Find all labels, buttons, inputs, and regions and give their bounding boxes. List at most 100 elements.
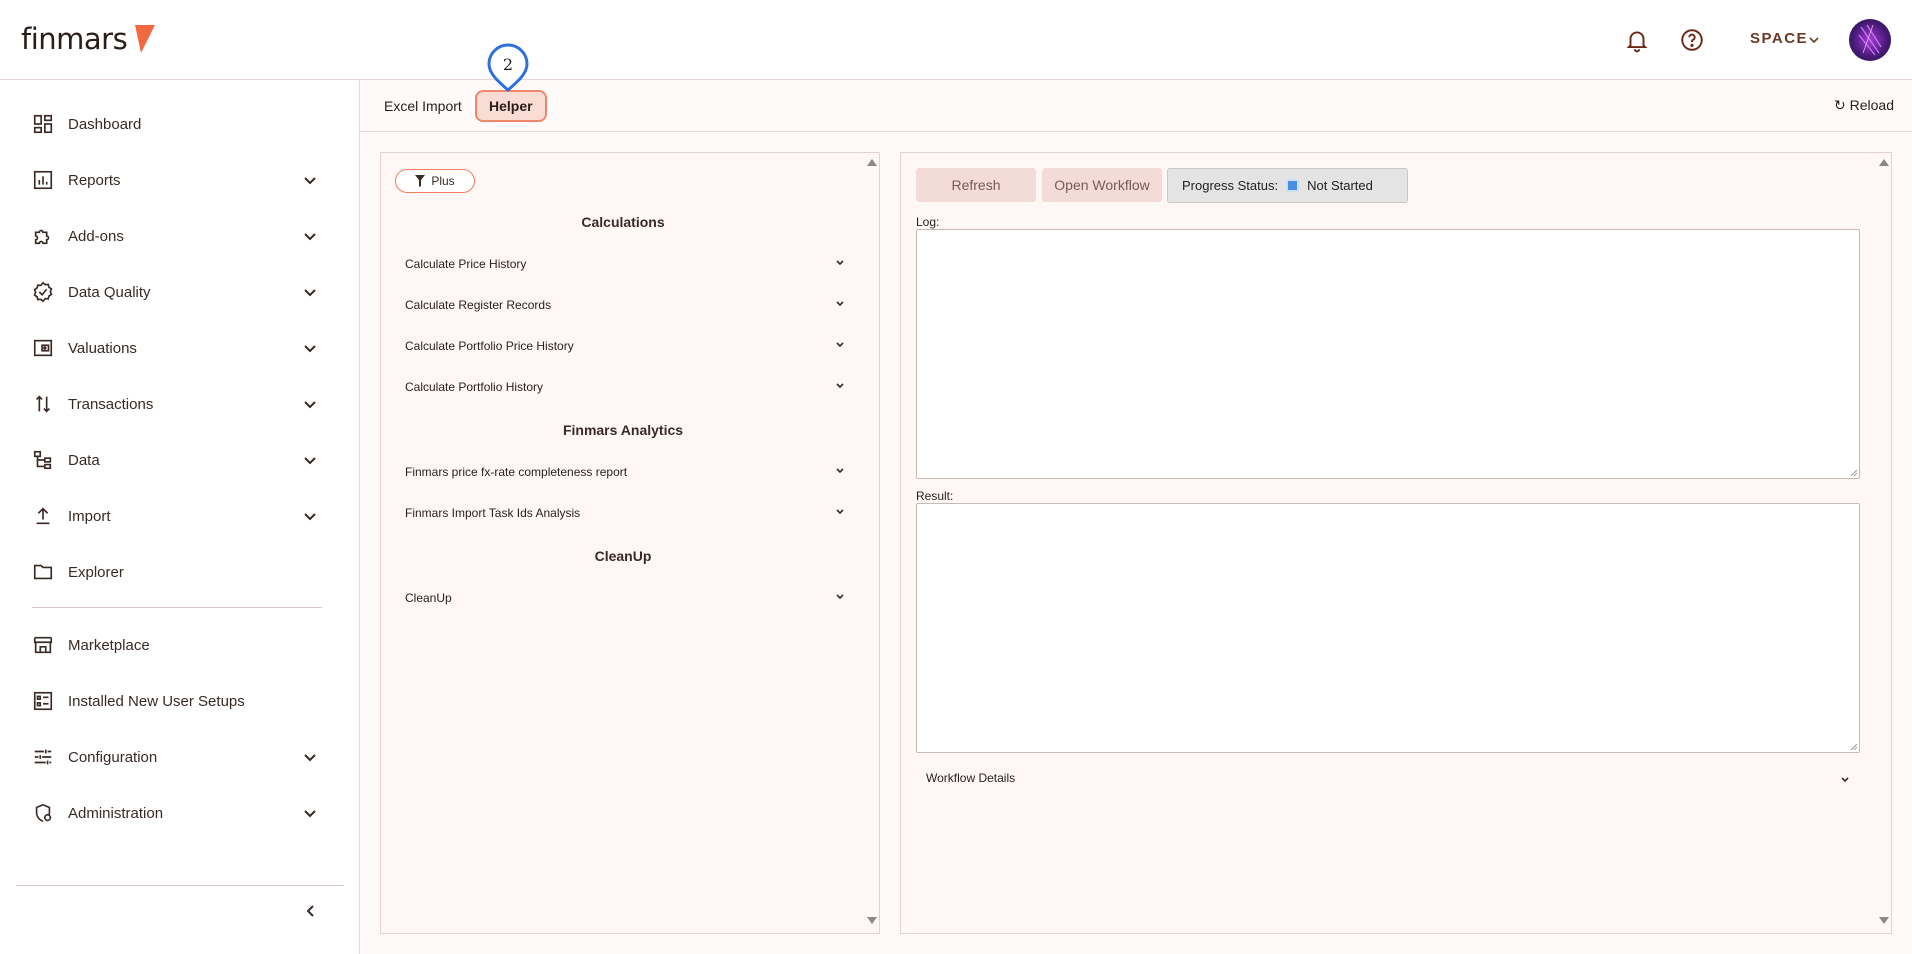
- accordion-item[interactable]: Calculate Portfolio Price History: [405, 337, 845, 357]
- workflow-details-label: Workflow Details: [926, 771, 1016, 785]
- chevron-down-icon[interactable]: [835, 592, 845, 602]
- sidebar-item-data-quality[interactable]: Data Quality: [0, 270, 359, 314]
- sidebar-item-label: Add-ons: [68, 227, 124, 245]
- avatar[interactable]: [1849, 19, 1891, 61]
- reports-icon: [33, 170, 53, 190]
- tab-excel-import[interactable]: Excel Import: [372, 90, 474, 122]
- workflow-details-accordion[interactable]: Workflow Details: [926, 771, 1850, 791]
- scroll-up-icon[interactable]: [1879, 159, 1889, 166]
- chevron-down-icon[interactable]: [835, 381, 845, 391]
- sidebar-item-marketplace[interactable]: Marketplace: [0, 623, 359, 667]
- chevron-down-icon[interactable]: [302, 805, 318, 821]
- top-header: finmars SPACE: [0, 0, 1912, 80]
- admin-gear-icon: [35, 803, 52, 823]
- chevron-down-icon[interactable]: [302, 228, 318, 244]
- sidebar-item-label: Configuration: [68, 748, 158, 766]
- sidebar: Dashboard Reports Add-ons Data Quality V…: [0, 80, 360, 954]
- accordion-item[interactable]: CleanUp: [405, 589, 845, 609]
- folder-icon: [33, 564, 53, 580]
- accordion-item[interactable]: Calculate Register Records: [405, 296, 845, 316]
- sidebar-item-label: Administration: [68, 804, 164, 822]
- chevron-down-icon[interactable]: [835, 258, 845, 268]
- filter-button[interactable]: Plus: [395, 169, 475, 193]
- wallet-icon: [33, 339, 53, 357]
- sidebar-item-import[interactable]: Import: [0, 494, 359, 538]
- sidebar-item-label: Marketplace: [68, 636, 150, 654]
- scroll-down-icon[interactable]: [867, 917, 877, 924]
- chevron-down-icon[interactable]: [835, 466, 845, 476]
- chevron-down-icon[interactable]: [302, 340, 318, 356]
- chevron-down-icon[interactable]: [302, 284, 318, 300]
- bell-icon[interactable]: [1624, 27, 1650, 53]
- status-indicator-icon: [1286, 179, 1300, 192]
- sidebar-footer-divider: [16, 885, 344, 886]
- section-title-finmars-analytics: Finmars Analytics: [562, 422, 684, 438]
- sidebar-item-explorer[interactable]: Explorer: [0, 550, 359, 594]
- chevron-down-icon[interactable]: [302, 508, 318, 524]
- chevron-down-icon[interactable]: [302, 452, 318, 468]
- collapse-sidebar-icon[interactable]: [302, 902, 320, 920]
- result-label: Result:: [916, 489, 954, 503]
- step-marker-number: 2: [503, 55, 513, 74]
- logo-mark-icon: [135, 25, 155, 53]
- sidebar-item-label: Import: [68, 507, 111, 525]
- badge-check-icon: [33, 281, 53, 303]
- accordion-item[interactable]: Finmars price fx-rate completeness repor…: [405, 463, 845, 483]
- progress-status-value: Not Started: [1307, 178, 1373, 193]
- section-title-calculations: Calculations: [581, 214, 665, 230]
- chevron-down-icon[interactable]: [835, 507, 845, 517]
- filter-icon: [415, 175, 426, 187]
- sidebar-item-label: Valuations: [68, 339, 137, 357]
- store-icon: [33, 636, 53, 654]
- chevron-down-icon[interactable]: [302, 749, 318, 765]
- chevron-down-icon[interactable]: [835, 299, 845, 309]
- hierarchy-icon: [33, 450, 52, 470]
- sidebar-item-add-ons[interactable]: Add-ons: [0, 214, 359, 258]
- result-textarea[interactable]: [916, 503, 1860, 753]
- section-title-cleanup: CleanUp: [594, 548, 652, 564]
- step-marker-icon: 2: [487, 43, 529, 93]
- chevron-down-icon[interactable]: [1840, 775, 1850, 785]
- sidebar-divider: [32, 607, 322, 608]
- resize-grip-icon[interactable]: [1849, 742, 1857, 750]
- sidebar-item-label: Data: [68, 451, 100, 469]
- sidebar-item-configuration[interactable]: Configuration: [0, 735, 359, 779]
- space-selector[interactable]: SPACE: [1750, 30, 1808, 47]
- help-icon[interactable]: [1679, 27, 1705, 53]
- sidebar-item-transactions[interactable]: Transactions: [0, 382, 359, 426]
- sidebar-item-label: Explorer: [68, 563, 124, 581]
- resize-grip-icon[interactable]: [1849, 468, 1857, 476]
- reload-button[interactable]: ↻ Reload: [1834, 97, 1894, 114]
- swap-icon: [35, 395, 51, 413]
- accordion-item[interactable]: Finmars Import Task Ids Analysis: [405, 504, 845, 524]
- dashboard-icon: [33, 114, 53, 134]
- accordion-item[interactable]: Calculate Portfolio History: [405, 378, 845, 398]
- log-label: Log:: [916, 215, 940, 229]
- filter-label: Plus: [431, 174, 455, 188]
- chevron-down-icon[interactable]: [302, 172, 318, 188]
- refresh-button[interactable]: Refresh: [916, 168, 1036, 202]
- progress-status-label: Progress Status:: [1182, 178, 1279, 193]
- sidebar-item-administration[interactable]: Administration: [0, 791, 359, 835]
- sidebar-item-label: Installed New User Setups: [68, 692, 245, 710]
- finmars-logo[interactable]: finmars: [21, 22, 128, 56]
- chevron-down-icon[interactable]: [302, 396, 318, 412]
- progress-status: Progress Status: Not Started: [1167, 168, 1408, 203]
- chevron-down-icon[interactable]: [835, 340, 845, 350]
- sidebar-item-data[interactable]: Data: [0, 438, 359, 482]
- log-textarea[interactable]: [916, 229, 1860, 479]
- tabs-bar: Excel Import Helper 2 ↻ Reload: [360, 43, 1912, 132]
- sidebar-item-label: Data Quality: [68, 283, 151, 301]
- scroll-up-icon[interactable]: [867, 159, 877, 166]
- helper-list-panel: Plus Calculations Calculate Price Histor…: [380, 152, 880, 934]
- accordion-item[interactable]: Calculate Price History: [405, 255, 845, 275]
- sliders-icon: [34, 749, 52, 765]
- chevron-down-icon[interactable]: [1808, 34, 1820, 46]
- main-content: Excel Import Helper 2 ↻ Reload Plus Calc…: [360, 43, 1912, 954]
- sidebar-item-valuations[interactable]: Valuations: [0, 326, 359, 370]
- sidebar-item-reports[interactable]: Reports: [0, 158, 359, 202]
- sidebar-item-dashboard[interactable]: Dashboard: [0, 102, 359, 146]
- sidebar-item-installed-new-user-setups[interactable]: Installed New User Setups: [0, 679, 359, 723]
- open-workflow-button[interactable]: Open Workflow: [1042, 168, 1162, 202]
- scroll-down-icon[interactable]: [1879, 917, 1889, 924]
